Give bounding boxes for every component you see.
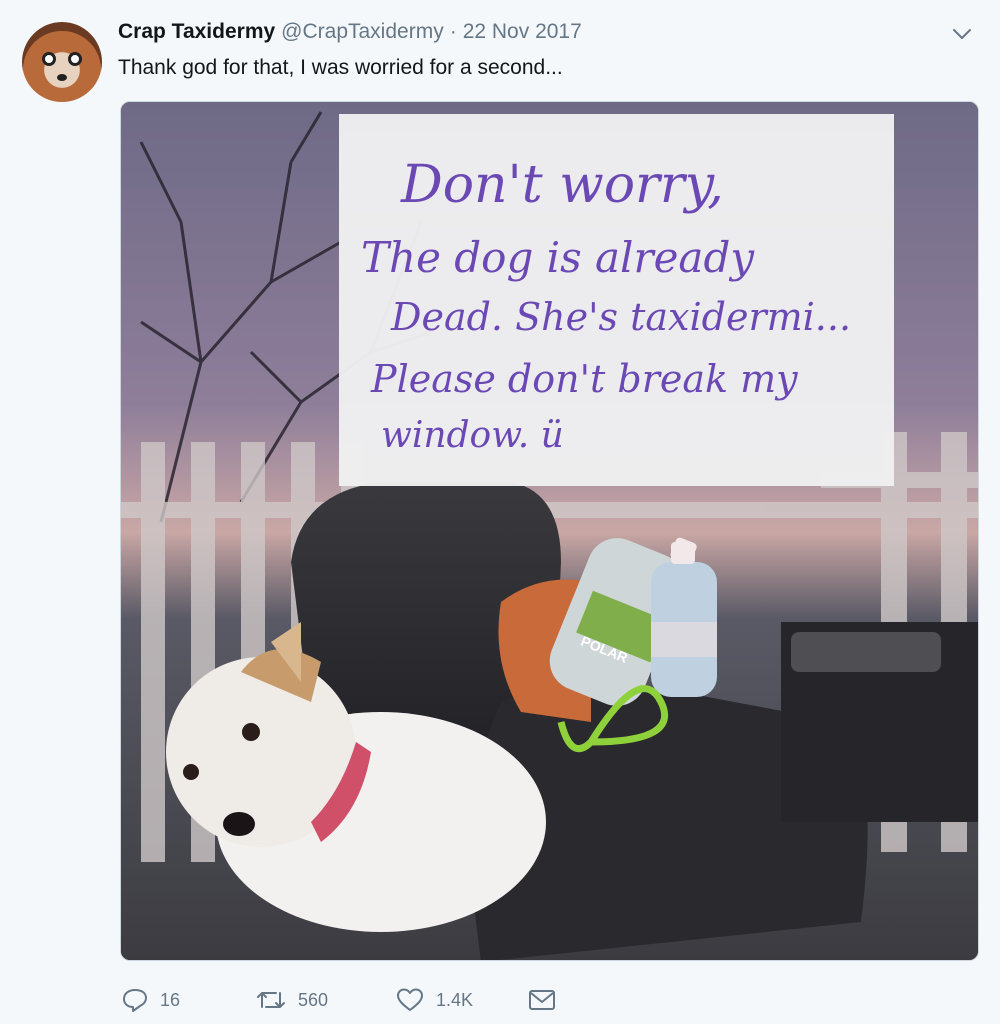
sign-line: window. ü — [381, 415, 564, 456]
like-button[interactable]: 1.4K — [396, 984, 473, 1016]
retweet-count: 560 — [298, 989, 329, 1010]
avatar[interactable] — [22, 22, 102, 102]
sign-line: Dead. She's taxidermi... — [390, 295, 851, 339]
direct-message-button[interactable] — [528, 984, 556, 1016]
avatar-nose — [57, 74, 67, 81]
dashboard-handle — [791, 632, 941, 672]
sign-line: The dog is already — [361, 233, 755, 282]
sign-line: Please don't break my — [370, 357, 798, 401]
chevron-down-icon[interactable] — [950, 24, 974, 44]
like-count: 1.4K — [436, 989, 474, 1010]
reply-button[interactable]: 16 — [122, 984, 180, 1016]
tweet-actions: 16 560 1.4K — [120, 984, 720, 1016]
avatar-eye — [42, 52, 56, 66]
retweet-icon — [256, 987, 286, 1013]
reply-icon — [122, 987, 148, 1013]
sign-line: Don't worry, — [400, 155, 724, 215]
tweet[interactable]: Crap Taxidermy @CrapTaxidermy · 22 Nov 2… — [0, 0, 1000, 1024]
tweet-text: Thank god for that, I was worried for a … — [118, 56, 563, 79]
reply-count: 16 — [160, 989, 181, 1010]
tweet-header: Crap Taxidermy @CrapTaxidermy · 22 Nov 2… — [118, 20, 582, 48]
tweet-date[interactable]: 22 Nov 2017 — [463, 20, 582, 44]
avatar-eye — [68, 52, 82, 66]
envelope-icon — [528, 988, 556, 1012]
display-name[interactable]: Crap Taxidermy — [118, 20, 275, 44]
separator: · — [449, 20, 457, 43]
user-handle[interactable]: @CrapTaxidermy — [281, 20, 444, 44]
heart-icon — [396, 987, 424, 1013]
water-bottle — [651, 542, 717, 697]
tweet-photo[interactable]: POLAR Don't worry, The dog is already De… — [120, 101, 979, 961]
paper-sign: Don't worry, The dog is already Dead. Sh… — [339, 114, 894, 486]
retweet-button[interactable]: 560 — [256, 984, 328, 1016]
